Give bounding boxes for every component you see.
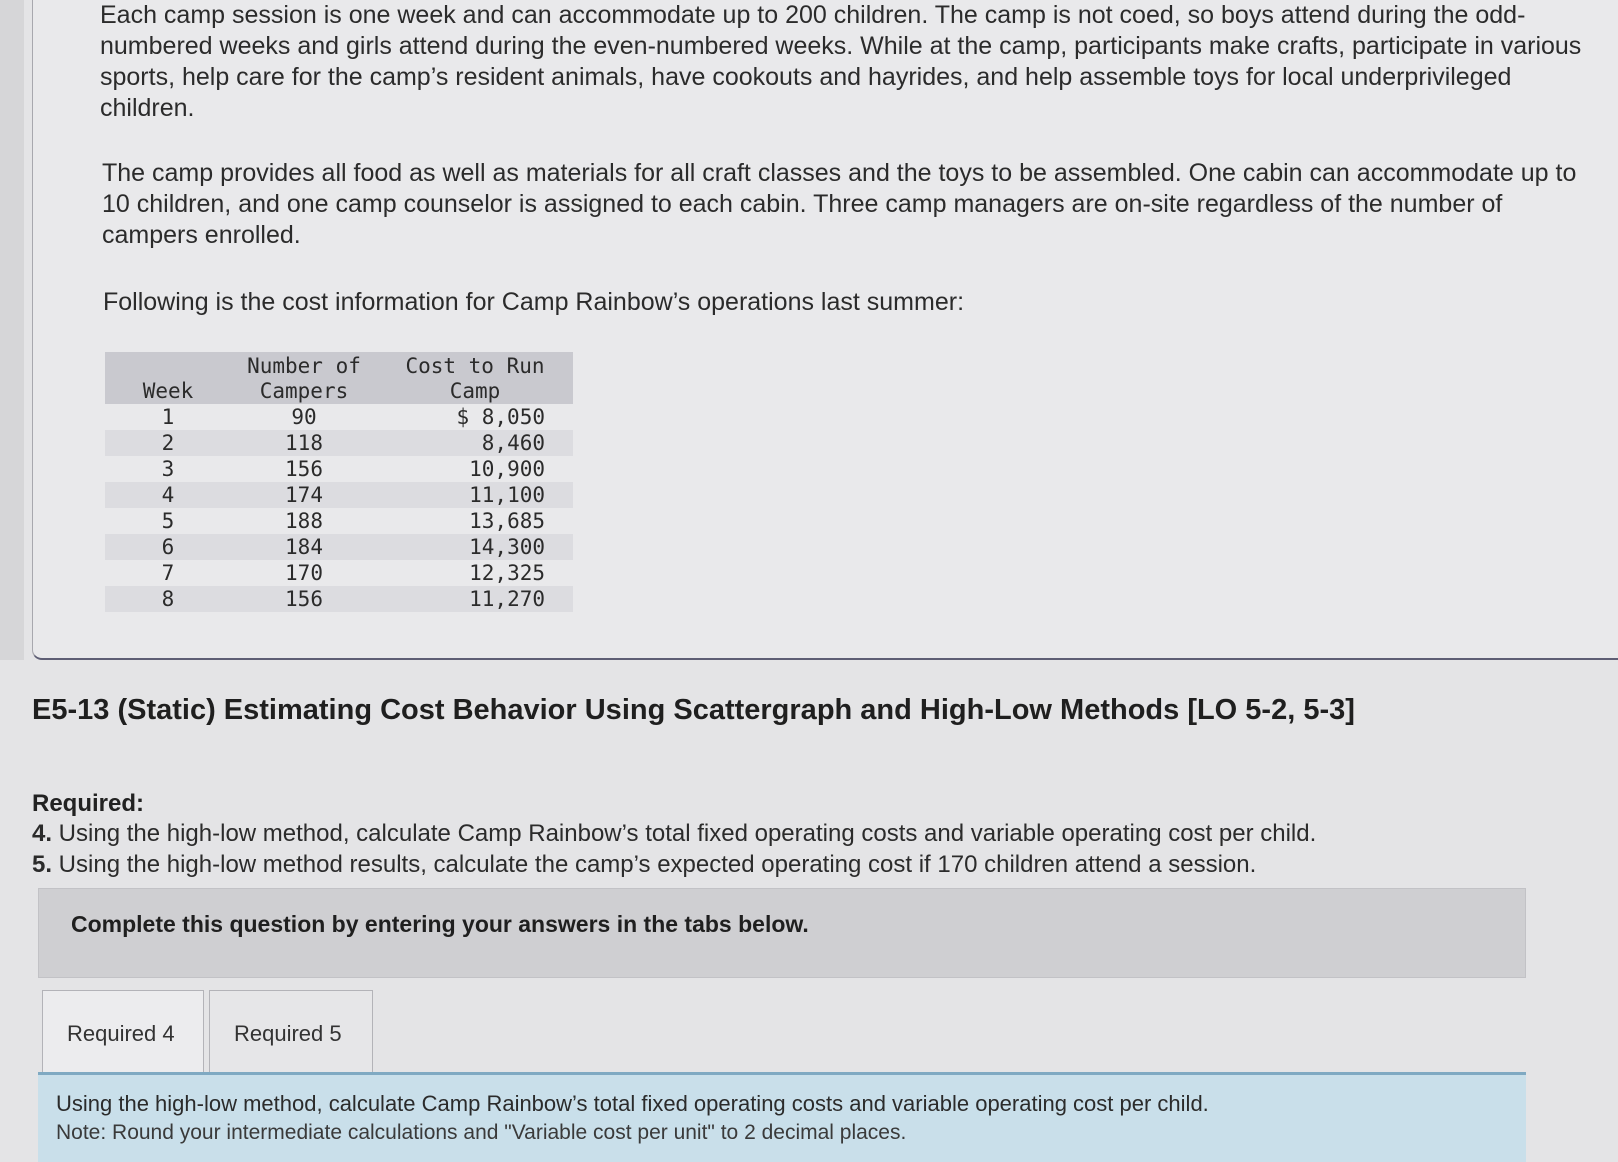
table-row: 8 156 11,270 bbox=[105, 586, 573, 612]
cost-cell: 13,685 bbox=[469, 508, 545, 533]
table-row: 7 170 12,325 bbox=[105, 560, 573, 586]
campers-cell: 156 bbox=[285, 456, 323, 481]
table-row: 3 156 10,900 bbox=[105, 456, 573, 482]
week-cell: 7 bbox=[161, 560, 175, 585]
header-week: Week bbox=[105, 352, 231, 404]
campers-cell: 170 bbox=[285, 560, 323, 585]
left-margin-strip bbox=[0, 0, 24, 660]
week-cell: 6 bbox=[105, 534, 231, 560]
week-cell: 2 bbox=[105, 430, 231, 456]
campers-cell: 184 bbox=[231, 534, 377, 560]
campers-cell: 174 bbox=[231, 482, 377, 508]
panel-instruction: Using the high-low method, calculate Cam… bbox=[56, 1091, 1209, 1116]
cost-cell: 11,100 bbox=[377, 482, 573, 508]
instructions-text: Complete this question by entering your … bbox=[71, 911, 809, 937]
tab-label: Required 4 bbox=[67, 1021, 175, 1046]
table-row: 1 90 $ 8,050 bbox=[105, 404, 573, 430]
context-paragraph-2: The camp provides all food as well as ma… bbox=[102, 159, 1577, 249]
required-item-text: Using the high-low method results, calcu… bbox=[52, 851, 1257, 878]
answer-panel: Using the high-low method, calculate Cam… bbox=[38, 1072, 1526, 1162]
campers-cell: 188 bbox=[285, 508, 323, 533]
table-row: 6 184 14,300 bbox=[105, 534, 573, 560]
cost-table: Week Number of Campers Cost to Run Camp … bbox=[105, 352, 573, 612]
week-cell: 8 bbox=[105, 586, 231, 612]
context-paragraph-3: Following is the cost information for Ca… bbox=[103, 288, 965, 316]
week-cell: 5 bbox=[161, 508, 175, 533]
week-cell: 3 bbox=[161, 456, 175, 481]
tab-label: Required 5 bbox=[234, 1021, 342, 1046]
cost-cell: 14,300 bbox=[377, 534, 573, 560]
cost-cell: 12,325 bbox=[469, 560, 545, 585]
cost-cell: 11,270 bbox=[377, 586, 573, 612]
panel-note: Note: Round your intermediate calculatio… bbox=[56, 1121, 907, 1144]
required-item-number: 5. bbox=[32, 851, 53, 878]
required-item-number: 4. bbox=[32, 820, 53, 847]
campers-cell: 156 bbox=[231, 586, 377, 612]
tab-required-5[interactable]: Required 5 bbox=[209, 990, 373, 1072]
tab-required-4[interactable]: Required 4 bbox=[42, 990, 204, 1072]
header-campers: Number of Campers bbox=[231, 352, 377, 404]
header-cost: Cost to Run Camp bbox=[377, 352, 573, 404]
campers-cell: 118 bbox=[231, 430, 377, 456]
week-cell: 4 bbox=[105, 482, 231, 508]
cost-table-header: Week Number of Campers Cost to Run Camp bbox=[105, 352, 573, 404]
table-row: 5 188 13,685 bbox=[105, 508, 573, 534]
table-row: 2 118 8,460 bbox=[105, 430, 573, 456]
campers-cell: 90 bbox=[291, 404, 317, 429]
context-paragraph-1: Each camp session is one week and can ac… bbox=[100, 1, 1582, 122]
required-item-text: Using the high-low method, calculate Cam… bbox=[52, 820, 1317, 847]
required-item-5: 5. Using the high-low method results, ca… bbox=[32, 851, 1256, 879]
cost-cell: 10,900 bbox=[469, 456, 545, 481]
table-row: 4 174 11,100 bbox=[105, 482, 573, 508]
exercise-title: E5-13 (Static) Estimating Cost Behavior … bbox=[32, 694, 1355, 726]
required-item-4: 4. Using the high-low method, calculate … bbox=[32, 820, 1316, 848]
required-heading: Required: bbox=[32, 790, 145, 817]
cost-cell: $ 8,050 bbox=[456, 404, 545, 429]
week-cell: 1 bbox=[161, 404, 175, 429]
instructions-banner: Complete this question by entering your … bbox=[38, 888, 1526, 978]
cost-cell: 8,460 bbox=[377, 430, 573, 456]
